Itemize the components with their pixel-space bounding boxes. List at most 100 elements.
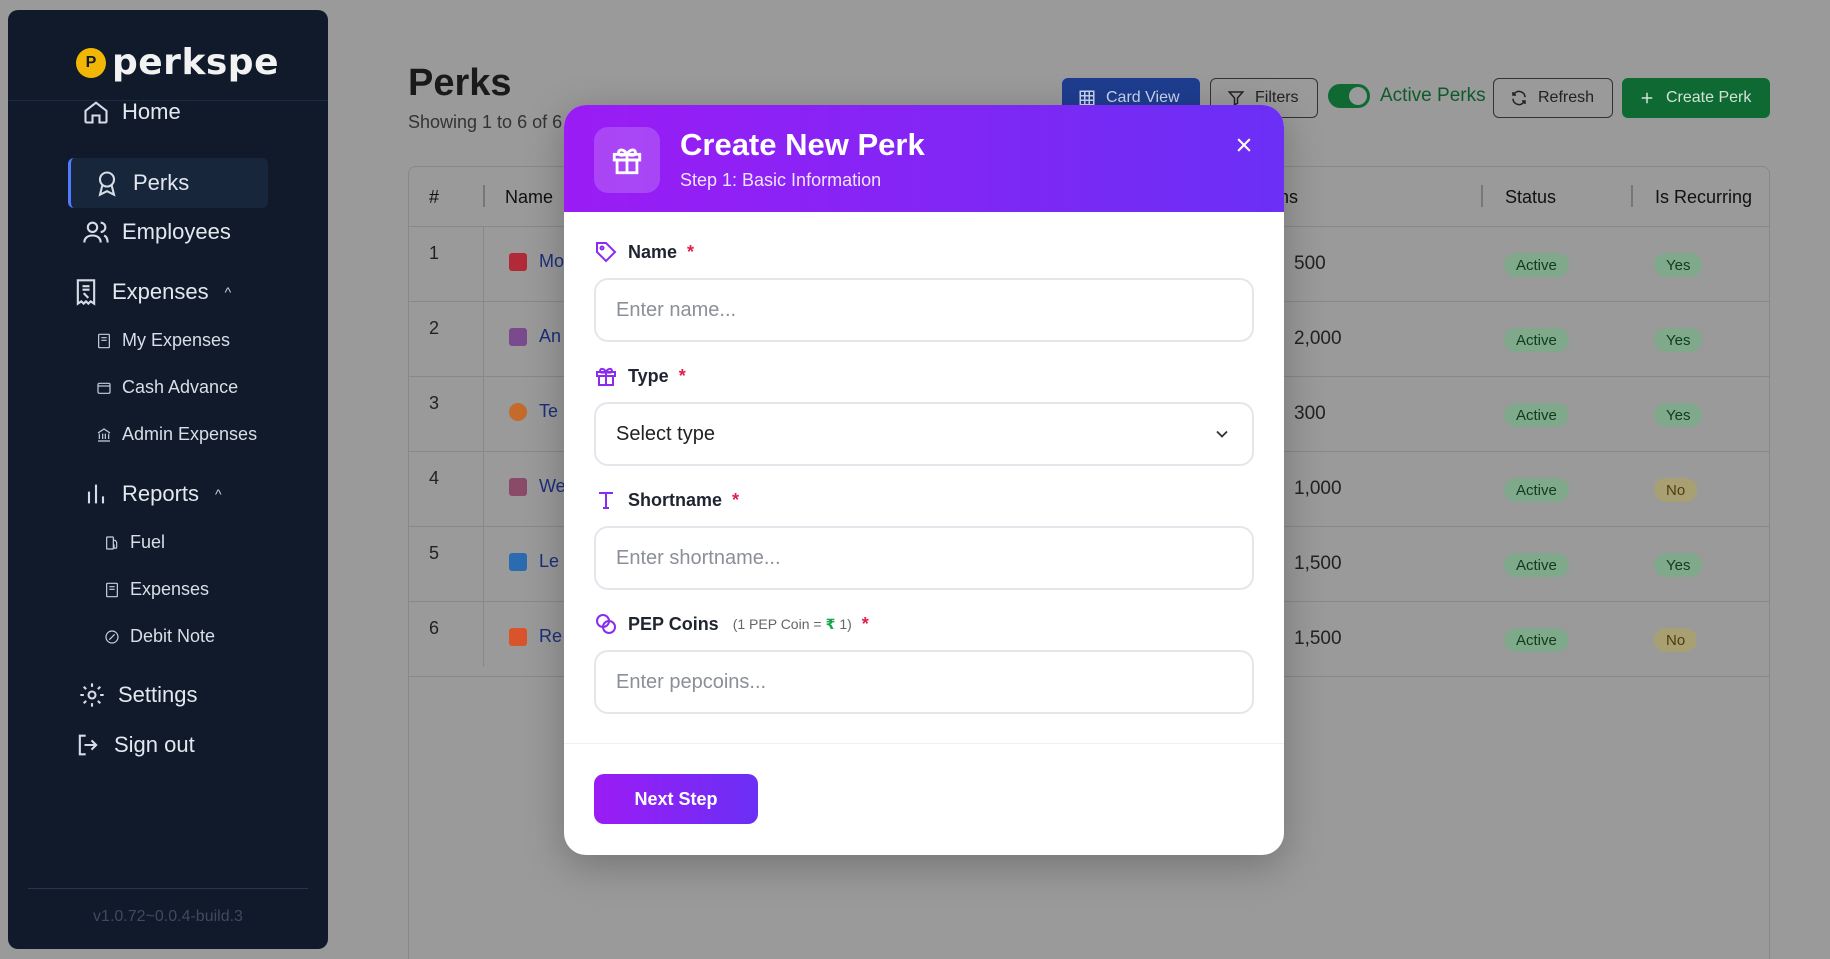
chevron-down-icon <box>1216 430 1228 438</box>
gift-icon <box>509 627 527 646</box>
sidebar-item-sign-out[interactable]: Sign out <box>74 731 195 759</box>
perk-name[interactable]: Te <box>539 401 558 422</box>
chevron-up-icon: ^ <box>224 284 232 300</box>
refresh-button[interactable]: Refresh <box>1493 78 1613 118</box>
text-icon <box>599 492 613 509</box>
type-select-value: Select type <box>616 422 715 445</box>
column-header-status[interactable]: Status <box>1505 187 1556 208</box>
perk-name-cell[interactable]: Te <box>509 401 558 422</box>
receipt-icon <box>76 279 96 306</box>
required-mark: * <box>861 613 869 634</box>
sidebar-item-my-expenses[interactable]: My Expenses <box>96 330 230 351</box>
name-label-text: Name <box>628 241 678 262</box>
sidebar-item-employees[interactable]: Employees <box>82 218 231 246</box>
pep-coins-value: 1,500 <box>1294 628 1342 649</box>
sidebar: P perkspe Home Perks Employees Expenses … <box>8 10 328 949</box>
perk-name-cell[interactable]: Re <box>509 626 562 647</box>
receipt-icon <box>106 582 118 597</box>
sidebar-item-cash-advance[interactable]: Cash Advance <box>96 377 238 398</box>
perk-name[interactable]: Mo <box>539 251 564 272</box>
plus-icon <box>1641 92 1653 104</box>
shortname-label-text: Shortname <box>628 489 723 510</box>
sidebar-item-fuel[interactable]: Fuel <box>104 532 165 553</box>
perk-name-cell[interactable]: An <box>509 326 561 347</box>
modal-header: Create New Perk Step 1: Basic Informatio… <box>564 105 1284 212</box>
active-perks-label: Active Perks <box>1380 85 1486 106</box>
type-select[interactable]: Select type <box>594 402 1254 466</box>
name-input[interactable] <box>594 278 1254 342</box>
sign-out-icon <box>78 734 98 756</box>
sidebar-item-admin-expenses[interactable]: Admin Expenses <box>96 424 257 445</box>
coins-icon <box>596 614 616 634</box>
shortname-input[interactable] <box>594 526 1254 590</box>
sidebar-item-label: Employees <box>122 219 231 244</box>
logo[interactable]: P perkspe <box>76 42 279 83</box>
gift-icon <box>594 127 660 193</box>
pepcoins-input[interactable] <box>594 650 1254 714</box>
sidebar-item-reports[interactable]: Reports ^ <box>82 480 222 508</box>
perk-name[interactable]: An <box>539 326 561 347</box>
sidebar-item-label: Debit Note <box>130 626 216 646</box>
perk-name[interactable]: We <box>539 476 566 497</box>
perk-name-cell[interactable]: We <box>509 476 566 497</box>
toggle-switch[interactable] <box>1328 84 1370 108</box>
users-icon <box>83 221 109 243</box>
perk-name[interactable]: Re <box>539 626 562 647</box>
recurring-badge: Yes <box>1654 403 1703 427</box>
column-header-num: # <box>429 187 440 207</box>
perk-icon <box>509 552 527 571</box>
row-number: 5 <box>429 543 440 563</box>
sidebar-item-settings[interactable]: Settings <box>78 681 198 709</box>
perk-name[interactable]: Le <box>539 551 559 572</box>
sidebar-item-report-expenses[interactable]: Expenses <box>104 579 209 600</box>
row-number: 6 <box>429 618 440 638</box>
recurring-badge: No <box>1654 628 1698 652</box>
pep-coins-value: 300 <box>1294 403 1326 424</box>
pepcoins-label-text: PEP Coins <box>628 613 719 634</box>
pep-coins-value: 500 <box>1294 253 1326 274</box>
perk-name-cell[interactable]: Mo <box>509 251 564 272</box>
refresh-icon <box>1512 90 1526 106</box>
page-subtitle: Showing 1 to 6 of 6 r <box>408 112 574 132</box>
logo-text: perkspe <box>112 42 279 83</box>
perk-icon <box>509 327 527 346</box>
create-perk-button[interactable]: Create Perk <box>1622 78 1770 118</box>
percent-icon <box>105 629 119 644</box>
perk-name-cell[interactable]: Le <box>509 551 559 572</box>
recurring-badge: Yes <box>1654 328 1703 352</box>
tag-icon <box>596 242 617 263</box>
gear-icon <box>80 683 104 707</box>
sidebar-item-label: Reports <box>122 481 200 506</box>
create-perk-modal: Create New Perk Step 1: Basic Informatio… <box>564 105 1284 855</box>
column-header-recurring[interactable]: Is Recurring <box>1655 187 1752 208</box>
perk-icon <box>509 477 527 496</box>
hint-suffix: 1) <box>839 615 852 632</box>
shortname-label: Shortname * <box>594 488 739 512</box>
sidebar-item-perks[interactable]: Perks <box>68 158 268 208</box>
sidebar-item-debit-note[interactable]: Debit Note <box>104 626 215 647</box>
row-number: 1 <box>429 243 440 263</box>
pep-coins-value: 1,000 <box>1294 478 1342 499</box>
recurring-badge: Yes <box>1654 253 1703 277</box>
perk-icon <box>509 402 527 421</box>
type-label-text: Type <box>628 365 669 386</box>
logo-badge-icon: P <box>76 47 106 78</box>
home-icon <box>84 101 108 124</box>
column-header-name[interactable]: Name <box>505 187 553 208</box>
next-step-button[interactable]: Next Step <box>594 774 758 824</box>
column-separator <box>483 185 485 207</box>
sidebar-item-expenses[interactable]: Expenses ^ <box>72 278 231 306</box>
sidebar-item-label: Admin Expenses <box>122 424 258 444</box>
status-badge: Active <box>1504 628 1569 652</box>
close-button[interactable] <box>1230 131 1258 159</box>
pepcoins-label: PEP Coins (1 PEP Coin = ₹1) * <box>594 612 869 636</box>
gift-icon <box>596 367 616 386</box>
divider <box>28 888 308 889</box>
row-number: 3 <box>429 393 440 413</box>
status-badge: Active <box>1504 403 1569 427</box>
sidebar-item-label: Settings <box>118 682 198 707</box>
status-badge: Active <box>1504 553 1569 577</box>
sidebar-item-home[interactable]: Home <box>82 98 181 126</box>
perk-icon <box>509 252 527 271</box>
active-perks-toggle[interactable]: Active Perks <box>1328 84 1486 108</box>
